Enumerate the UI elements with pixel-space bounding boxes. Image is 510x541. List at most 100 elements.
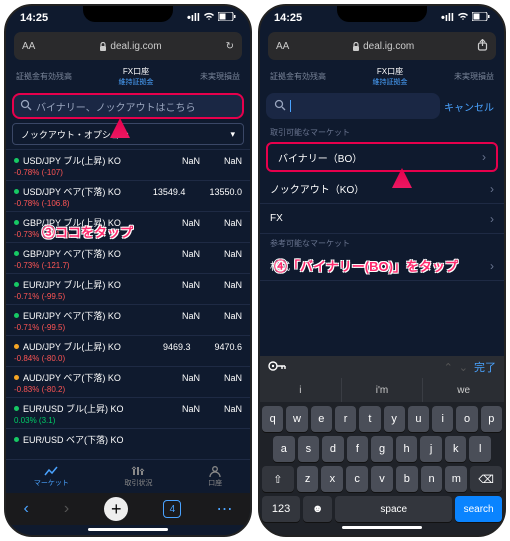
status-dot: [14, 220, 19, 225]
bid-value: NaN: [182, 311, 200, 321]
status-time: 14:25: [274, 12, 302, 24]
key-h[interactable]: h: [396, 436, 418, 462]
market-dropdown[interactable]: ノックアウト・オプション ▾: [12, 123, 244, 145]
key-f[interactable]: f: [347, 436, 369, 462]
nav-market[interactable]: マーケット: [34, 466, 69, 488]
signal-icon: •ıll: [441, 12, 454, 24]
key-w[interactable]: w: [286, 406, 307, 432]
table-row[interactable]: EUR/JPY ブル(上昇) KO NaNNaN -0.71% (-99.5): [6, 273, 250, 304]
status-dot: [14, 158, 19, 163]
bid-value: NaN: [182, 156, 200, 166]
chevron-right-icon: ›: [482, 150, 486, 164]
search-key[interactable]: search: [455, 496, 502, 522]
url-text: deal.ig.com: [289, 41, 477, 52]
key-a[interactable]: a: [273, 436, 295, 462]
new-tab-button[interactable]: +: [104, 497, 128, 521]
key-o[interactable]: o: [456, 406, 477, 432]
instrument-list: USD/JPY ブル(上昇) KO NaNNaN -0.78% (-107) U…: [6, 149, 250, 459]
search-input[interactable]: [266, 93, 440, 119]
kb-done-button[interactable]: 完了: [474, 359, 496, 375]
home-indicator[interactable]: [88, 528, 168, 531]
status-dot: [14, 251, 19, 256]
key-m[interactable]: m: [445, 466, 467, 492]
password-key-icon[interactable]: [268, 360, 286, 375]
forward-icon[interactable]: ›: [64, 500, 69, 518]
hdr-right: 未実現損益: [454, 71, 494, 82]
share-icon[interactable]: [477, 39, 488, 54]
space-key[interactable]: space: [335, 496, 452, 522]
back-icon[interactable]: ‹: [24, 500, 29, 518]
wifi-icon: [203, 12, 215, 24]
instrument-name: USD/JPY ブル(上昇) KO: [23, 154, 121, 167]
key-k[interactable]: k: [445, 436, 467, 462]
kb-up-icon[interactable]: ⌃: [444, 361, 453, 374]
cancel-button[interactable]: キャンセル: [444, 99, 494, 114]
reload-icon[interactable]: ↻: [226, 41, 234, 52]
table-row[interactable]: EUR/JPY ベア(下落) KO NaNNaN -0.71% (-99.5): [6, 304, 250, 335]
hdr-right: 未実現損益: [200, 71, 240, 82]
option-fx[interactable]: FX›: [260, 204, 504, 234]
key-p[interactable]: p: [481, 406, 502, 432]
hdr-mid: FX口座: [373, 66, 408, 77]
option-knockout[interactable]: ノックアウト（KO）›: [260, 174, 504, 204]
address-bar[interactable]: AA deal.ig.com ↻: [14, 32, 242, 60]
numbers-key[interactable]: 123: [262, 496, 300, 522]
sugg-1[interactable]: i: [260, 378, 342, 402]
key-d[interactable]: d: [322, 436, 344, 462]
status-icons: •ıll: [441, 12, 490, 24]
key-s[interactable]: s: [298, 436, 320, 462]
key-y[interactable]: y: [384, 406, 405, 432]
key-q[interactable]: q: [262, 406, 283, 432]
table-row[interactable]: USD/JPY ベア(下落) KO 13549.413550.0 -0.78% …: [6, 180, 250, 211]
option-binary[interactable]: バイナリー（BO）›: [266, 142, 498, 172]
table-row[interactable]: GBP/JPY ベア(下落) KO NaNNaN -0.73% (-121.7): [6, 242, 250, 273]
backspace-key[interactable]: ⌫: [470, 466, 502, 492]
emoji-key[interactable]: ☻: [303, 496, 332, 522]
key-c[interactable]: c: [346, 466, 368, 492]
ask-value: NaN: [224, 373, 242, 383]
nav-account[interactable]: 口座: [208, 466, 222, 488]
status-dot: [14, 375, 19, 380]
bid-value: NaN: [182, 404, 200, 414]
key-t[interactable]: t: [359, 406, 380, 432]
key-b[interactable]: b: [396, 466, 418, 492]
search-input[interactable]: バイナリー、ノックアウトはこちら: [12, 93, 244, 119]
ask-value: NaN: [224, 311, 242, 321]
key-e[interactable]: e: [311, 406, 332, 432]
hdr-left: 証拠金有効残高: [16, 71, 72, 82]
text-size-icon[interactable]: AA: [276, 41, 289, 52]
dropdown-label: ノックアウト・オプション: [21, 128, 129, 141]
table-row[interactable]: EUR/USD ブル(上昇) KO NaNNaN 0.03% (3.1): [6, 397, 250, 428]
notch: [83, 6, 173, 22]
bottom-nav: マーケット 取引状況 口座: [6, 459, 250, 493]
bid-value: 9469.3: [163, 342, 191, 352]
table-row[interactable]: USD/JPY ブル(上昇) KO NaNNaN -0.78% (-107): [6, 149, 250, 180]
key-j[interactable]: j: [420, 436, 442, 462]
key-g[interactable]: g: [371, 436, 393, 462]
key-z[interactable]: z: [297, 466, 319, 492]
key-u[interactable]: u: [408, 406, 429, 432]
bid-value: NaN: [182, 249, 200, 259]
shift-key[interactable]: ⇧: [262, 466, 294, 492]
key-r[interactable]: r: [335, 406, 356, 432]
sugg-2[interactable]: i'm: [342, 378, 424, 402]
sugg-3[interactable]: we: [423, 378, 504, 402]
table-row[interactable]: AUD/JPY ベア(下落) KO NaNNaN -0.83% (-80.2): [6, 366, 250, 397]
tabs-button[interactable]: 4: [163, 500, 181, 518]
table-row[interactable]: EUR/USD ベア(下落) KO: [6, 428, 250, 450]
home-indicator[interactable]: [342, 526, 422, 529]
share-icon[interactable]: ⋯: [216, 499, 232, 519]
key-l[interactable]: l: [469, 436, 491, 462]
key-x[interactable]: x: [321, 466, 343, 492]
key-v[interactable]: v: [371, 466, 393, 492]
address-bar[interactable]: AA deal.ig.com: [268, 32, 496, 60]
table-row[interactable]: AUD/JPY ブル(上昇) KO 9469.39470.6 -0.84% (-…: [6, 335, 250, 366]
text-size-icon[interactable]: AA: [22, 41, 35, 52]
keyboard: qwertyuiop asdfghjkl ⇧ zxcvbnm ⌫ 123 ☻ s…: [260, 402, 504, 535]
safari-toolbar: ‹ › + 4 ⋯: [6, 493, 250, 525]
battery-icon: [218, 12, 236, 24]
nav-trade-status[interactable]: 取引状況: [124, 466, 152, 488]
kb-down-icon[interactable]: ⌄: [459, 361, 468, 374]
key-n[interactable]: n: [421, 466, 443, 492]
key-i[interactable]: i: [432, 406, 453, 432]
